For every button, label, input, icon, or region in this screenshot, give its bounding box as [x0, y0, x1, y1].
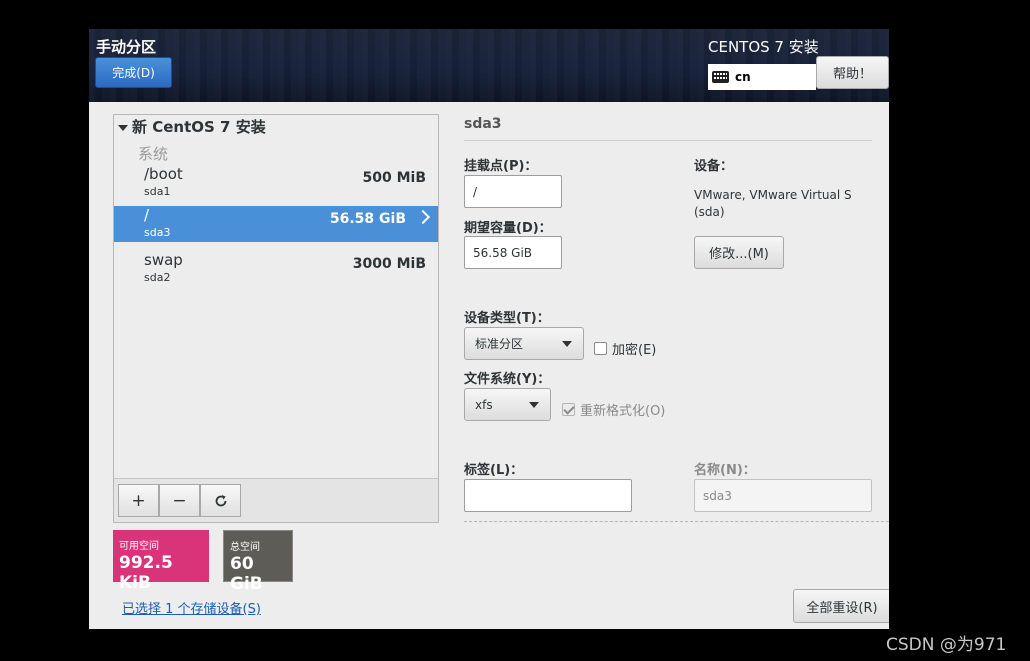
desired-capacity-label: 期望容量(D)：: [464, 221, 552, 236]
title-divider: [464, 140, 872, 141]
mount-point-input[interactable]: [464, 175, 562, 208]
partition-toolbar: + −: [114, 478, 438, 522]
partition-device: sda1: [144, 185, 171, 198]
encrypt-label: 加密(E): [612, 343, 657, 358]
device-id: (sda): [694, 205, 725, 219]
done-button[interactable]: 完成(D): [95, 57, 172, 88]
available-space-box: 可用空间 992.5 KiB: [113, 530, 209, 593]
mount-point-label: 挂载点(P)：: [464, 159, 538, 174]
keyboard-layout-indicator[interactable]: cn: [708, 64, 816, 90]
refresh-button[interactable]: [200, 484, 241, 517]
device-type-value: 标准分区: [475, 337, 524, 351]
dropdown-arrow-icon: [529, 402, 539, 408]
remove-partition-button[interactable]: −: [159, 484, 200, 517]
partition-row-root[interactable]: / sda3 56.58 GiB: [114, 206, 438, 242]
group-label-system: 系统: [138, 145, 169, 163]
product-title: CENTOS 7 安装: [708, 38, 819, 56]
partition-size: 56.58 GiB: [329, 211, 406, 227]
filesystem-value: xfs: [475, 397, 493, 412]
checkbox-checked-icon: [562, 403, 575, 416]
watermark: CSDN @为971: [886, 635, 1007, 655]
expand-arrow-icon[interactable]: [118, 124, 128, 131]
filesystem-label: 文件系统(Y)：: [464, 372, 551, 387]
device-type-select[interactable]: 标准分区: [464, 327, 584, 360]
reformat-label: 重新格式化(O): [580, 404, 666, 419]
reset-all-button[interactable]: 全部重设(R): [793, 589, 889, 623]
name-label: 名称(N)：: [694, 463, 756, 478]
encrypt-checkbox[interactable]: 加密(E): [594, 339, 656, 358]
add-partition-button[interactable]: +: [118, 484, 159, 517]
desired-capacity-input[interactable]: [464, 236, 562, 269]
partition-mount: /: [144, 206, 150, 224]
partition-mount: swap: [144, 251, 183, 269]
tag-input[interactable]: [464, 479, 632, 512]
total-space-value: 60 GiB: [230, 554, 263, 594]
partition-mount: /boot: [144, 165, 183, 183]
partition-device: sda3: [144, 226, 171, 239]
partition-size: 500 MiB: [362, 170, 427, 186]
form-divider: [464, 521, 889, 522]
modify-button[interactable]: 修改...(M): [694, 236, 784, 269]
page-title: 手动分区: [96, 38, 157, 56]
tree-root-label: 新 CentOS 7 安装: [132, 118, 266, 136]
partition-detail-title: sda3: [464, 116, 502, 132]
partition-row-swap[interactable]: swap sda2 3000 MiB: [114, 251, 438, 287]
device-label: 设备：: [694, 159, 734, 174]
installer-window: 手动分区 完成(D) CENTOS 7 安装 cn 帮助！ 新 CentOS 7…: [89, 29, 889, 629]
device-info: VMware, VMware Virtual S (sda): [694, 187, 874, 221]
total-space-box: 总空间 60 GiB: [223, 530, 293, 594]
keyboard-icon: [712, 71, 729, 83]
chevron-right-icon: [415, 209, 431, 225]
partition-size: 3000 MiB: [352, 256, 426, 272]
available-space-label: 可用空间: [119, 541, 159, 552]
reformat-checkbox[interactable]: 重新格式化(O): [562, 400, 665, 419]
tree-root[interactable]: 新 CentOS 7 安装: [118, 116, 266, 137]
partition-list-panel: 新 CentOS 7 安装 系统 /boot sda1 500 MiB / sd…: [113, 114, 439, 523]
device-type-label: 设备类型(T)：: [464, 311, 550, 326]
keyboard-layout-label: cn: [735, 70, 751, 84]
available-space-value: 992.5 KiB: [119, 553, 173, 593]
help-button[interactable]: 帮助！: [816, 56, 889, 89]
tag-label: 标签(L)：: [464, 463, 524, 478]
partition-device: sda2: [144, 271, 171, 284]
header-bar: 手动分区 完成(D) CENTOS 7 安装 cn 帮助！: [89, 29, 889, 102]
name-input[interactable]: [694, 479, 872, 512]
selected-storage-link[interactable]: 已选择 1 个存储设备(S): [122, 598, 261, 617]
checkbox-icon: [594, 342, 607, 355]
dropdown-arrow-icon: [562, 341, 572, 347]
partition-row-boot[interactable]: /boot sda1 500 MiB: [114, 165, 438, 201]
device-name: VMware, VMware Virtual S: [694, 188, 852, 202]
total-space-label: 总空间: [230, 542, 260, 553]
filesystem-select[interactable]: xfs: [464, 388, 551, 421]
refresh-icon: [215, 494, 226, 506]
